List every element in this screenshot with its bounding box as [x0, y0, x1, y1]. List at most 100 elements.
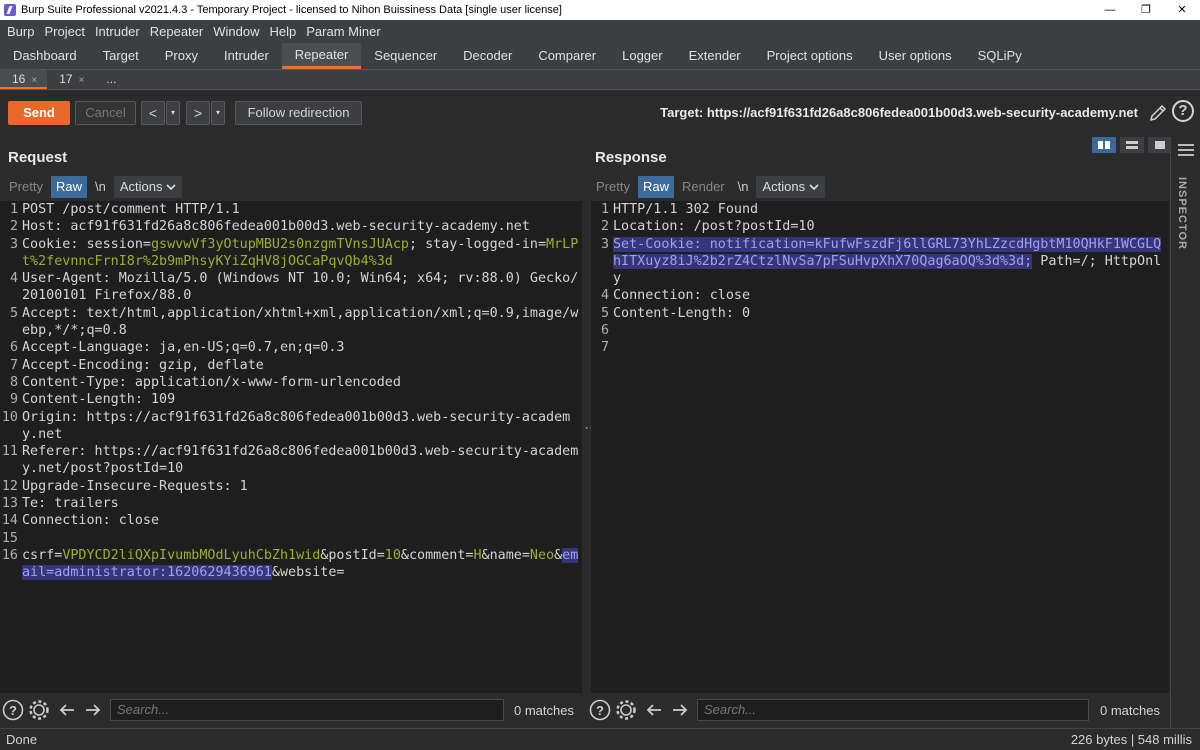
tab-repeater[interactable]: Repeater [281, 43, 362, 69]
code-token: Referer: https://acf91f631fd26a8c806fede… [22, 444, 579, 477]
line-number: 11 [1, 444, 18, 460]
request-newline-toggle[interactable]: \n [90, 176, 111, 198]
split-vertical-layout-icon[interactable] [1092, 137, 1116, 153]
request-title: Request [8, 149, 68, 166]
repeater-tab[interactable]: 17 × [47, 70, 94, 89]
line-text: Accept-Language: ja,en-US;q=0.7,en;q=0.3 [22, 339, 582, 356]
line-number: 13 [1, 496, 18, 512]
repeater-tab-label: 17 [59, 72, 73, 86]
minimize-icon[interactable]: — [1092, 0, 1128, 20]
tab-target[interactable]: Target [90, 43, 152, 69]
arrow-right-icon[interactable] [82, 699, 104, 721]
code-line: 1 HTTP/1.1 302 Found [591, 201, 1169, 218]
request-raw-tab[interactable]: Raw [50, 176, 87, 198]
tab-sqlipy[interactable]: SQLiPy [965, 43, 1035, 69]
line-number: 2 [600, 219, 609, 235]
request-search-bar: ? Search... 0 matches [0, 697, 582, 725]
target-url: Target: https://acf91f631fd26a8c806fedea… [660, 105, 1138, 120]
repeater-toolbar: Send Cancel < ▾ > ▾ Follow redirection T… [0, 91, 1200, 135]
code-line: 10 Origin: https://acf91f631fd26a8c806fed… [0, 409, 582, 444]
code-token: H [473, 547, 482, 563]
line-text: Te: trailers [22, 495, 582, 512]
close-tab-icon[interactable]: × [31, 75, 37, 86]
panel-splitter[interactable]: ⋮ [582, 137, 600, 693]
tab-intruder[interactable]: Intruder [211, 43, 282, 69]
request-actions-dropdown[interactable]: Actions [113, 176, 183, 198]
cancel-button[interactable]: Cancel [75, 101, 136, 125]
title-bar: Burp Suite Professional v2021.4.3 - Temp… [0, 0, 1200, 20]
help-icon[interactable]: ? [2, 699, 24, 721]
response-raw-tab[interactable]: Raw [637, 176, 674, 198]
restore-icon[interactable]: ❐ [1128, 0, 1164, 20]
code-token: Connection: close [613, 288, 751, 304]
line-text: Content-Length: 0 [613, 305, 1169, 322]
code-token: Origin: https://acf91f631fd26a8c806fedea… [22, 409, 571, 442]
response-pretty-tab[interactable]: Pretty [591, 176, 635, 198]
line-text: Accept: text/html,application/xhtml+xml,… [22, 305, 582, 340]
close-window-icon[interactable]: ✕ [1164, 0, 1200, 20]
request-editor[interactable]: 1 POST /post/comment HTTP/1.1 2 Host: acf91… [0, 201, 582, 693]
code-line: 3 Cookie: session=gswvwVf3yOtupMBU2s0nzgm… [0, 236, 582, 271]
arrow-right-icon[interactable] [669, 699, 691, 721]
tab-proxy[interactable]: Proxy [152, 43, 211, 69]
forward-button[interactable]: > [186, 101, 210, 125]
back-history-dropdown[interactable]: ▾ [166, 101, 180, 125]
code-line: 1 POST /post/comment HTTP/1.1 [0, 201, 582, 218]
tab-user-options[interactable]: User options [866, 43, 965, 69]
gear-icon[interactable] [28, 699, 50, 721]
menu-intruder[interactable]: Intruder [90, 20, 145, 43]
code-token: &comment= [400, 547, 474, 563]
repeater-tab[interactable]: 16 × [0, 70, 48, 89]
response-render-tab[interactable]: Render [677, 176, 730, 198]
status-text: Done [6, 732, 38, 747]
help-icon[interactable]: ? [1172, 100, 1194, 122]
pencil-icon[interactable] [1148, 103, 1168, 123]
forward-history-dropdown[interactable]: ▾ [211, 101, 225, 125]
tab-sequencer[interactable]: Sequencer [361, 43, 450, 69]
tab-decoder[interactable]: Decoder [450, 43, 525, 69]
request-pretty-tab[interactable]: Pretty [4, 176, 48, 198]
menu-param-miner[interactable]: Param Miner [301, 20, 385, 43]
tab-comparer[interactable]: Comparer [525, 43, 609, 69]
tab-project-options[interactable]: Project options [754, 43, 866, 69]
response-editor[interactable]: 1 HTTP/1.1 302 Found 2 Location: /post?post… [591, 201, 1169, 693]
response-actions-dropdown[interactable]: Actions [756, 176, 825, 198]
inspector-label[interactable]: INSPECTOR [1176, 177, 1188, 250]
menu-project[interactable]: Project [39, 20, 89, 43]
gear-icon[interactable] [615, 699, 637, 721]
chevron-down-icon [166, 184, 176, 191]
inspector-panel[interactable]: INSPECTOR [1170, 137, 1200, 728]
request-search-input[interactable]: Search... [110, 699, 504, 721]
split-horizontal-layout-icon[interactable] [1120, 137, 1144, 153]
new-tab-button[interactable]: ... [94, 70, 126, 89]
close-tab-icon[interactable]: × [79, 75, 85, 86]
menu-bar: Burp Project Intruder Repeater Window He… [0, 20, 1200, 43]
response-newline-toggle[interactable]: \n [733, 176, 754, 198]
arrow-left-icon[interactable] [56, 699, 78, 721]
send-button[interactable]: Send [8, 101, 70, 125]
line-number: 16 [1, 547, 18, 563]
code-line: 7 Accept-Encoding: gzip, deflate [0, 357, 582, 374]
tabs-layout-icon[interactable] [1148, 137, 1172, 153]
tab-logger[interactable]: Logger [609, 43, 675, 69]
code-line: 4 Connection: close [591, 287, 1169, 304]
menu-window[interactable]: Window [208, 20, 264, 43]
code-token: Content-Type: application/x-www-form-url… [22, 374, 401, 390]
tab-dashboard[interactable]: Dashboard [0, 43, 90, 69]
help-icon[interactable]: ? [589, 699, 611, 721]
code-line: 5 Content-Length: 0 [591, 305, 1169, 322]
code-token: gswvwVf3yOtupMBU2s0nzgmTVnsJUAcp [151, 236, 409, 252]
tab-extender[interactable]: Extender [676, 43, 754, 69]
svg-text:?: ? [9, 703, 17, 718]
follow-redirection-button[interactable]: Follow redirection [235, 101, 362, 125]
hamburger-menu-icon[interactable] [1178, 144, 1194, 156]
menu-burp[interactable]: Burp [2, 20, 39, 43]
response-search-input[interactable]: Search... [697, 699, 1089, 721]
response-match-count: 0 matches [1100, 703, 1160, 718]
arrow-left-icon[interactable] [643, 699, 665, 721]
back-button[interactable]: < [141, 101, 165, 125]
menu-help[interactable]: Help [264, 20, 301, 43]
line-number: 15 [1, 530, 18, 546]
code-token: & [554, 547, 563, 563]
menu-repeater[interactable]: Repeater [145, 20, 208, 43]
